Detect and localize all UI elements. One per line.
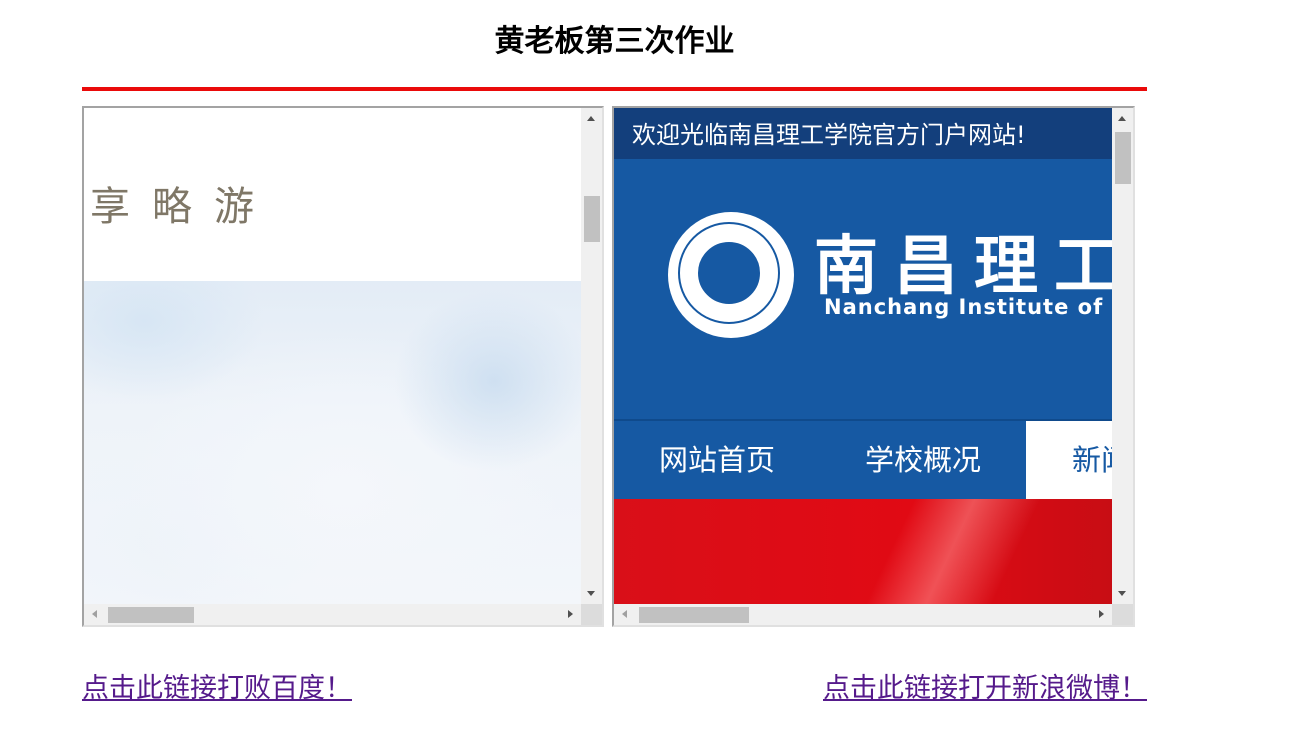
left-iframe-content: 享略游 bbox=[84, 108, 581, 604]
vertical-scroll-thumb[interactable] bbox=[1115, 132, 1131, 184]
scroll-down-arrow-icon[interactable] bbox=[1118, 591, 1126, 596]
nav-item-news[interactable]: 新闻 bbox=[1026, 421, 1112, 499]
vertical-scrollbar[interactable] bbox=[1112, 108, 1133, 604]
school-banner: 南昌理工 Nanchang Institute of bbox=[614, 159, 1112, 417]
scroll-up-arrow-icon[interactable] bbox=[587, 116, 595, 121]
baidu-link[interactable]: 点击此链接打败百度！ bbox=[82, 666, 352, 705]
welcome-bar: 欢迎光临南昌理工学院官方门户网站! bbox=[614, 108, 1112, 159]
horizontal-scrollbar[interactable] bbox=[614, 604, 1112, 625]
scrollbar-corner bbox=[581, 604, 602, 625]
scroll-down-arrow-icon[interactable] bbox=[587, 591, 595, 596]
vertical-scroll-thumb[interactable] bbox=[584, 196, 600, 242]
school-name-en: Nanchang Institute of bbox=[824, 295, 1104, 319]
right-iframe[interactable]: 欢迎光临南昌理工学院官方门户网站! 南昌理工 Nanchang Institut… bbox=[612, 106, 1135, 627]
scrollbar-corner bbox=[1112, 604, 1133, 625]
school-seal-logo bbox=[668, 212, 794, 338]
horizontal-scrollbar[interactable] bbox=[84, 604, 581, 625]
nav-item-about[interactable]: 学校概况 bbox=[820, 421, 1026, 499]
scroll-left-arrow-icon[interactable] bbox=[92, 610, 97, 618]
scroll-right-arrow-icon[interactable] bbox=[1099, 610, 1104, 618]
sky-banner-image bbox=[84, 281, 581, 604]
scroll-up-arrow-icon[interactable] bbox=[1118, 116, 1126, 121]
vertical-scrollbar[interactable] bbox=[581, 108, 602, 604]
scroll-left-arrow-icon[interactable] bbox=[622, 610, 627, 618]
horizontal-scroll-thumb[interactable] bbox=[108, 607, 194, 623]
school-name-cn: 南昌理工 bbox=[814, 229, 1112, 304]
right-iframe-content: 欢迎光临南昌理工学院官方门户网站! 南昌理工 Nanchang Institut… bbox=[614, 108, 1112, 604]
left-iframe[interactable]: 享略游 bbox=[82, 106, 604, 627]
site-tagline: 享略游 bbox=[90, 184, 276, 230]
red-divider bbox=[82, 87, 1147, 91]
horizontal-scroll-thumb[interactable] bbox=[639, 607, 749, 623]
hero-banner-image bbox=[614, 499, 1112, 604]
scroll-right-arrow-icon[interactable] bbox=[568, 610, 573, 618]
weibo-link[interactable]: 点击此链接打开新浪微博！ bbox=[823, 666, 1147, 705]
site-nav: 网站首页 学校概况 新闻 bbox=[614, 419, 1112, 499]
page-title: 黄老板第三次作业 bbox=[494, 24, 735, 59]
seal-emblem bbox=[694, 238, 764, 308]
nav-item-home[interactable]: 网站首页 bbox=[614, 421, 820, 499]
